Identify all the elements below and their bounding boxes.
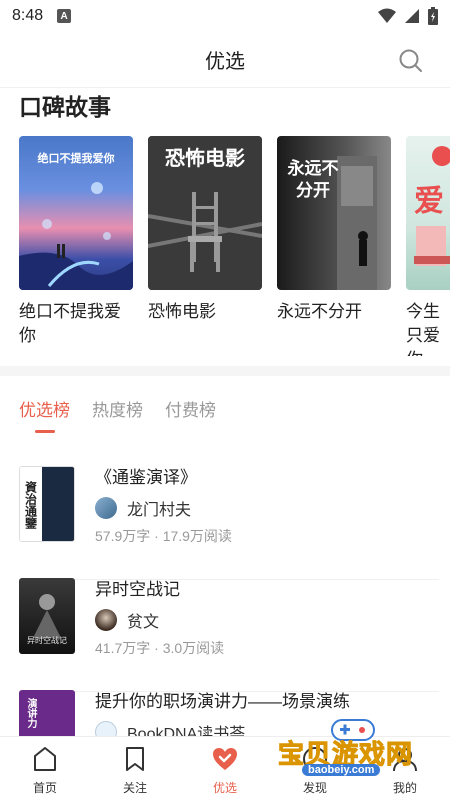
book-info: 《通鉴演译》 龙门村夫 57.9万字 · 17.9万阅读 — [95, 466, 439, 546]
book-card[interactable]: 爱 今生只爱你 — [406, 136, 450, 356]
avatar — [95, 497, 117, 519]
page-title: 优选 — [205, 51, 245, 73]
book-cover[interactable]: 資治通鑒 — [19, 466, 75, 542]
status-icons — [378, 7, 438, 25]
watermark-url: baobeiy.com — [302, 764, 381, 776]
author-name: 贫文 — [127, 614, 160, 631]
battery-icon — [428, 7, 438, 25]
book-title: 今生只爱你 — [406, 302, 440, 356]
section-title: 口碑故事 — [19, 94, 111, 120]
book-cover[interactable]: 恐怖电影 — [148, 136, 262, 290]
book-author: 龙门村夫 — [95, 496, 439, 520]
active-tab-indicator — [35, 430, 55, 433]
status-bar: 8:48 A — [0, 0, 450, 32]
nav-label: 首页 — [32, 781, 57, 795]
section-divider — [0, 366, 450, 376]
book-title: 提升你的职场演讲力——场景演练 — [95, 692, 350, 711]
signal-icon — [405, 9, 419, 23]
avatar — [95, 609, 117, 631]
book-card[interactable]: 永远不分开 永远不分开 — [277, 136, 391, 324]
book-stats: 57.9万字 · 17.9万阅读 — [95, 528, 232, 544]
book-info: 异时空战记 贫文 41.7万字 · 3.0万阅读 — [95, 578, 439, 658]
list-item[interactable]: 資治通鑒 《通鉴演译》 龙门村夫 57.9万字 · 17.9万阅读 — [19, 466, 439, 580]
nav-label: 关注 — [122, 781, 147, 795]
cover-title: 永远不分开 — [287, 159, 339, 200]
home-icon — [34, 747, 56, 771]
site-watermark: 宝贝游戏网 baobeiy.com — [277, 714, 438, 784]
app-header: 优选 — [0, 32, 450, 88]
book-title: 异时空战记 — [95, 580, 180, 599]
author-name: 龙门村夫 — [127, 502, 192, 519]
nav-label: 优选 — [212, 781, 237, 795]
cover-title: 绝口不提我爱你 — [37, 153, 115, 165]
cover-title: 資治通鑒 — [23, 481, 38, 529]
book-cover[interactable]: 绝口不提我爱你 — [19, 136, 133, 290]
book-card[interactable]: 绝口不提我爱你 绝口不提我爱你 — [19, 136, 133, 348]
cover-title: 恐怖电影 — [165, 148, 245, 170]
cover-title: 演讲力 — [25, 698, 36, 728]
book-title: 《通鉴演译》 — [95, 468, 197, 487]
tab-curated[interactable]: 优选榜 — [19, 396, 70, 421]
ranking-tabs: 优选榜 热度榜 付费榜 — [19, 396, 216, 421]
status-time: 8:48 — [12, 7, 44, 24]
tab-popularity[interactable]: 热度榜 — [92, 396, 143, 421]
book-cover[interactable]: 永远不分开 — [277, 136, 391, 290]
list-item[interactable]: 异时空战记 异时空战记 贫文 41.7万字 · 3.0万阅读 — [19, 578, 439, 692]
book-carousel[interactable]: 绝口不提我爱你 绝口不提我爱你 恐怖电影 恐怖电影 永远不分开 永远不分开 爱 … — [19, 136, 450, 356]
nav-home[interactable]: 首页 — [0, 737, 90, 800]
notification-icon: A — [57, 9, 72, 23]
book-title: 永远不分开 — [277, 302, 362, 321]
book-title: 绝口不提我爱你 — [19, 302, 121, 345]
book-stats: 41.7万字 · 3.0万阅读 — [95, 640, 225, 656]
nav-curated[interactable]: 优选 — [180, 737, 270, 800]
cover-title: 异时空战记 — [27, 636, 67, 645]
wifi-icon — [378, 8, 396, 23]
nav-follow[interactable]: 关注 — [90, 737, 180, 800]
book-cover[interactable]: 异时空战记 — [19, 578, 75, 654]
heart-check-icon — [213, 748, 237, 770]
cover-title: 爱 — [414, 185, 444, 218]
tab-paid[interactable]: 付费榜 — [165, 396, 216, 421]
book-author: 贫文 — [95, 608, 439, 632]
book-card[interactable]: 恐怖电影 恐怖电影 — [148, 136, 262, 324]
search-icon[interactable] — [398, 48, 424, 74]
book-title: 恐怖电影 — [148, 302, 216, 321]
book-cover[interactable]: 爱 — [406, 136, 450, 290]
bookmark-icon — [126, 747, 144, 771]
